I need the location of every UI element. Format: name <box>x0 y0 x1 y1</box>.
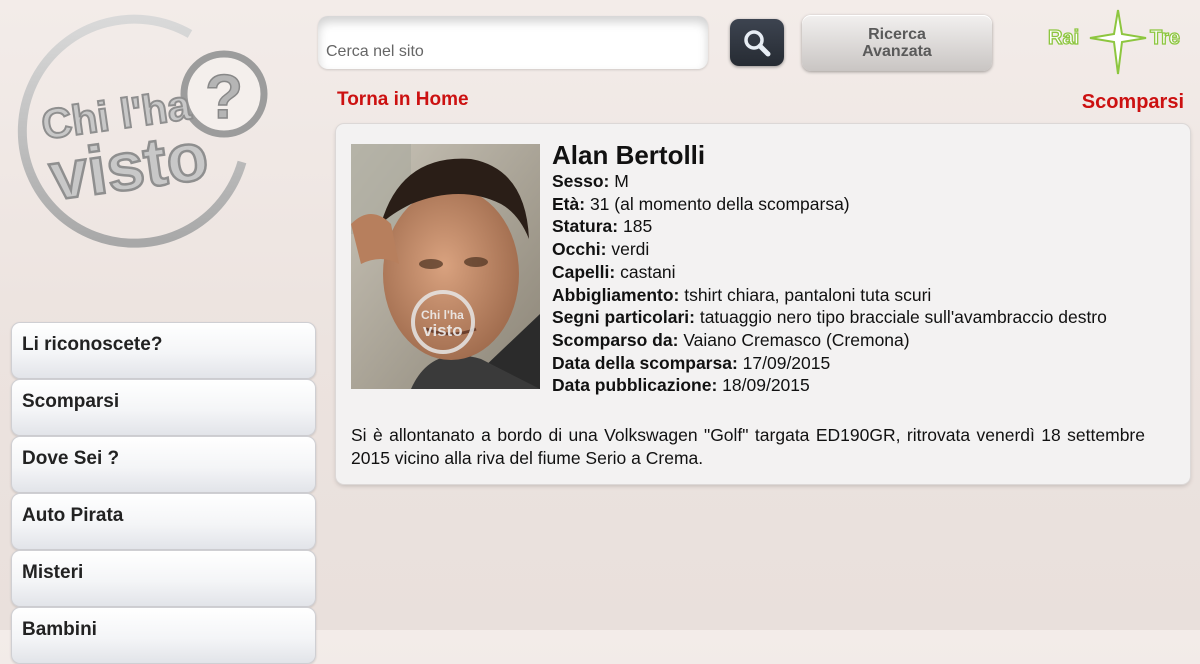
menu-item-bambini[interactable]: Bambini <box>11 607 316 664</box>
field-value: verdi <box>611 239 650 260</box>
field-value: tshirt chiara, pantaloni tuta scuri <box>684 284 932 305</box>
photo-watermark-line1: Chi l'ha <box>421 308 464 322</box>
field-label: Scomparso da: <box>552 329 679 350</box>
menu-item-misteri[interactable]: Misteri <box>11 550 316 607</box>
person-name: Alan Bertolli <box>552 140 706 170</box>
field-age: Età: 31 (al momento della scomparsa) <box>552 193 1177 216</box>
person-card: Chi l'ha visto Alan Bertolli Sesso: M Et… <box>336 124 1190 484</box>
field-hair: Capelli: castani <box>552 261 1177 284</box>
field-value: 185 <box>623 216 653 237</box>
photo-watermark-line2: visto <box>423 321 463 340</box>
field-value: tatuaggio nero tipo bracciale sull'avamb… <box>699 307 1107 328</box>
menu-item-scomparsi[interactable]: Scomparsi <box>11 379 316 436</box>
field-label: Età: <box>552 193 586 214</box>
person-description: Si è allontanato a bordo di una Volkswag… <box>351 425 1145 468</box>
menu-item-label: Auto Pirata <box>22 505 124 526</box>
menu-item-label: Li riconoscete? <box>22 334 163 355</box>
advanced-search-button[interactable]: Ricerca Avanzata <box>802 15 992 71</box>
search-input[interactable] <box>324 40 698 64</box>
person-photo: Chi l'ha visto <box>351 144 540 389</box>
field-value: 31 (al momento della scomparsa) <box>589 193 850 214</box>
menu-item-li-riconoscete[interactable]: Li riconoscete? <box>11 322 316 379</box>
rai-logo-left-text: Rai <box>1048 27 1079 49</box>
menu-item-label: Bambini <box>22 619 97 640</box>
rai-tre-logo[interactable]: Rai Tre <box>1046 8 1190 78</box>
field-label: Capelli: <box>552 261 616 282</box>
person-info: Alan Bertolli Sesso: M Età: 31 (al momen… <box>552 140 1177 397</box>
field-missing-date: Data della scomparsa: 17/09/2015 <box>552 352 1177 375</box>
chi-lha-visto-logo[interactable]: ? Chi l'ha visto <box>10 12 275 262</box>
field-label: Data pubblicazione: <box>552 375 718 396</box>
field-value: castani <box>620 261 676 282</box>
menu-item-label: Scomparsi <box>22 391 120 412</box>
field-label: Data della scomparsa: <box>552 352 738 373</box>
menu-item-dove-sei[interactable]: Dove Sei ? <box>11 436 316 493</box>
field-label: Sesso: <box>552 171 610 191</box>
logo-question-mark: ? <box>205 63 243 132</box>
menu-item-auto-pirata[interactable]: Auto Pirata <box>11 493 316 550</box>
advanced-search-label-line1: Ricerca <box>868 26 926 43</box>
search-button[interactable] <box>730 19 784 66</box>
field-value: 17/09/2015 <box>742 352 831 373</box>
field-value: Vaiano Cremasco (Cremona) <box>683 329 910 350</box>
search-box <box>318 16 708 69</box>
field-sex: Sesso: M <box>552 170 1177 193</box>
field-label: Abbigliamento: <box>552 284 680 305</box>
field-label: Occhi: <box>552 239 607 260</box>
field-label: Statura: <box>552 216 619 237</box>
field-marks: Segni particolari: tatuaggio nero tipo b… <box>552 306 1177 329</box>
field-height: Statura: 185 <box>552 215 1177 238</box>
field-clothing: Abbigliamento: tshirt chiara, pantaloni … <box>552 284 1177 307</box>
field-value: 18/09/2015 <box>722 375 810 396</box>
magnifier-icon <box>744 30 771 57</box>
sidebar-menu: Li riconoscete? Scomparsi Dove Sei ? Aut… <box>11 322 316 664</box>
field-value: M <box>614 171 629 191</box>
field-publication-date: Data pubblicazione: 18/09/2015 <box>552 374 1177 397</box>
field-eyes: Occhi: verdi <box>552 238 1177 261</box>
field-missing-from: Scomparso da: Vaiano Cremasco (Cremona) <box>552 329 1177 352</box>
home-link[interactable]: Torna in Home <box>337 89 469 111</box>
menu-item-label: Dove Sei ? <box>22 448 120 469</box>
rai-logo-right-text: Tre <box>1150 27 1180 49</box>
section-title: Scomparsi <box>1081 91 1184 113</box>
advanced-search-label-line2: Avanzata <box>862 43 932 60</box>
menu-item-label: Misteri <box>22 562 84 583</box>
field-label: Segni particolari: <box>552 307 695 328</box>
